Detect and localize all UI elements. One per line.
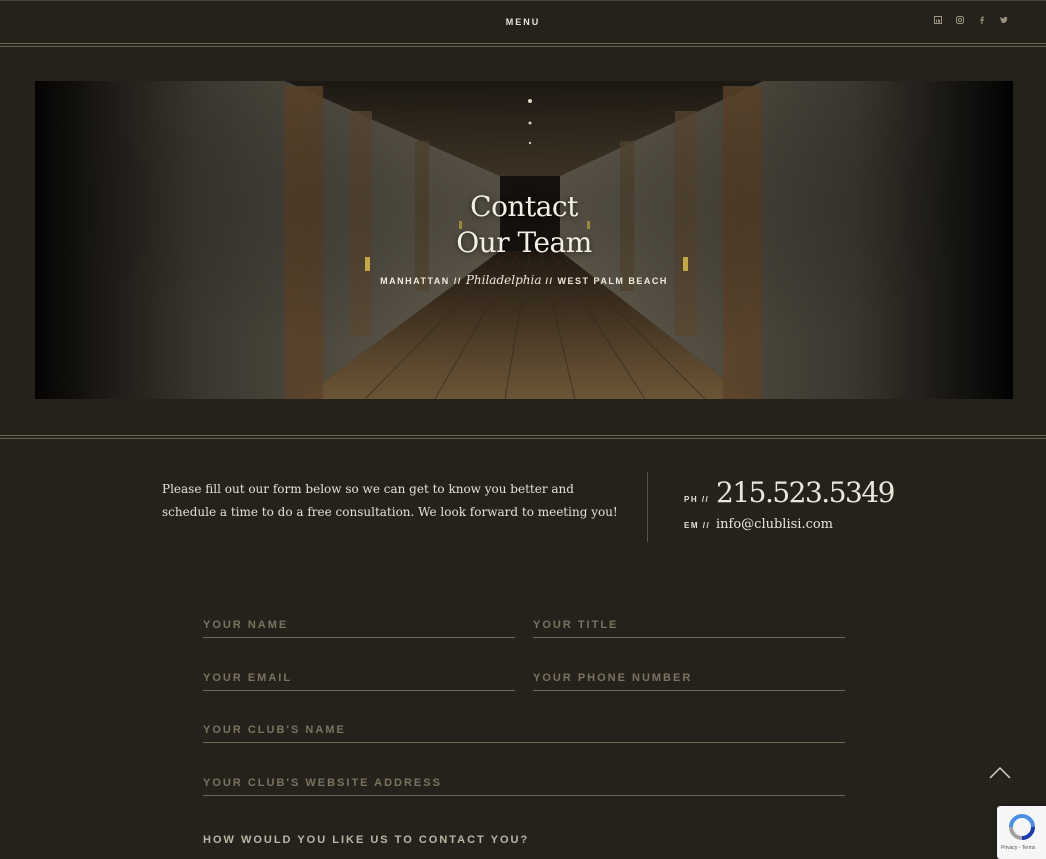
club-name-field[interactable]: YOUR CLUB'S NAME (203, 724, 845, 743)
email-field[interactable]: YOUR EMAIL (203, 672, 515, 691)
phone-field-placeholder: YOUR PHONE NUMBER (533, 672, 693, 684)
title-line-2: Our Team (456, 226, 592, 259)
back-to-top-icon[interactable] (988, 762, 1012, 782)
recaptcha-terms[interactable]: Privacy - Terms (1001, 845, 1035, 851)
intro-text: Please fill out our form below so we can… (162, 482, 618, 519)
twitter-icon[interactable] (1000, 16, 1008, 24)
phone-field[interactable]: YOUR PHONE NUMBER (533, 672, 845, 691)
contact-info: PH // 215.523.5349 EM // info@clublisi.c… (684, 476, 895, 532)
phone-label: PH // (684, 495, 710, 504)
name-field-placeholder: YOUR NAME (203, 619, 289, 631)
location-separator: // (449, 276, 466, 286)
location-manhattan: MANHATTAN (380, 276, 450, 286)
club-website-field[interactable]: YOUR CLUB'S WEBSITE ADDRESS (203, 777, 845, 796)
page-title: Contact Our Team (35, 189, 1013, 261)
email-label: EM // (684, 521, 711, 530)
club-name-field-placeholder: YOUR CLUB'S NAME (203, 724, 346, 736)
location-philadelphia: Philadelphia (465, 273, 542, 287)
top-navigation-bar: MENU (0, 0, 1046, 44)
phone-number[interactable]: 215.523.5349 (716, 476, 895, 509)
club-website-field-placeholder: YOUR CLUB'S WEBSITE ADDRESS (203, 777, 442, 789)
location-west-palm-beach: WEST PALM BEACH (557, 276, 668, 286)
locations: MANHATTAN // Philadelphia // WEST PALM B… (35, 273, 1013, 287)
phone-row: PH // 215.523.5349 (684, 476, 895, 509)
email-address[interactable]: info@clublisi.com (716, 517, 833, 532)
social-links (934, 16, 1008, 24)
menu-button[interactable]: MENU (0, 17, 1046, 27)
hero-banner: Contact Our Team MANHATTAN // Philadelph… (35, 81, 1013, 399)
header-divider (0, 43, 1046, 47)
contact-preference-question: HOW WOULD YOU LIKE US TO CONTACT YOU? (203, 834, 530, 846)
vertical-divider (647, 472, 648, 542)
instagram-icon[interactable] (956, 16, 964, 24)
email-field-placeholder: YOUR EMAIL (203, 672, 293, 684)
recaptcha-icon (1009, 814, 1035, 840)
location-separator: // (541, 276, 558, 286)
section-divider (0, 435, 1046, 439)
linkedin-icon[interactable] (934, 16, 942, 24)
hero-text: Contact Our Team MANHATTAN // Philadelph… (35, 189, 1013, 287)
title-field-placeholder: YOUR TITLE (533, 619, 619, 631)
title-field[interactable]: YOUR TITLE (533, 619, 845, 638)
name-field[interactable]: YOUR NAME (203, 619, 515, 638)
email-row: EM // info@clublisi.com (684, 517, 894, 532)
title-line-1: Contact (470, 190, 578, 223)
facebook-icon[interactable] (978, 16, 986, 24)
recaptcha-badge[interactable]: Privacy - Terms (997, 806, 1046, 859)
